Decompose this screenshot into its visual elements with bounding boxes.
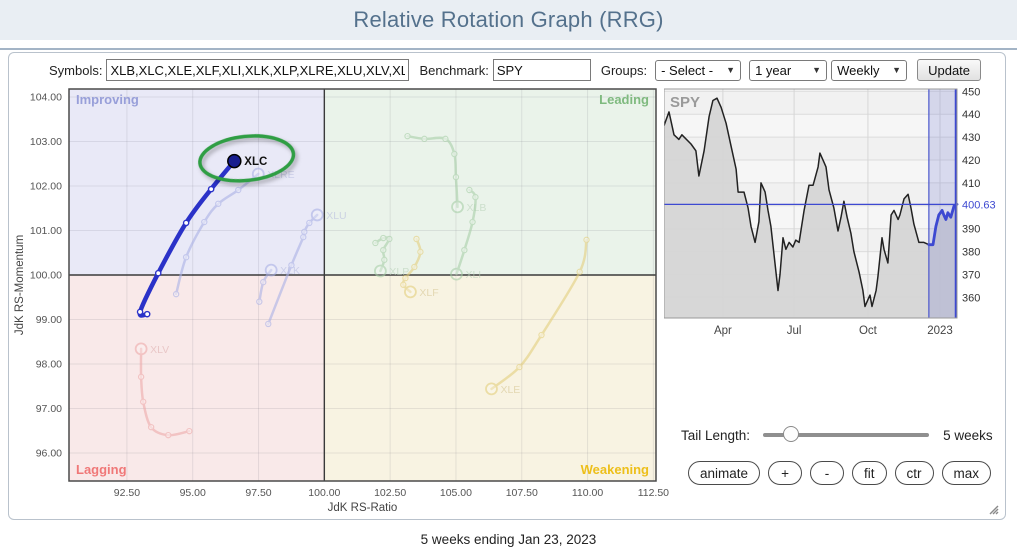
svg-text:100.00: 100.00	[308, 487, 340, 499]
quadrant-leading	[324, 89, 656, 275]
node-head-XLV	[136, 343, 147, 354]
node-head-XLF	[405, 286, 416, 297]
svg-text:380: 380	[962, 247, 980, 259]
svg-text:360: 360	[962, 292, 980, 304]
slider-thumb-handle[interactable]	[783, 426, 799, 442]
max-button[interactable]: max	[942, 461, 992, 485]
tail-length-control: Tail Length: 5 weeks	[681, 424, 993, 446]
symbol-label-XLU: XLU	[326, 210, 346, 222]
zoom-out-button[interactable]: -	[810, 461, 844, 485]
svg-text:110.00: 110.00	[572, 487, 603, 499]
rrg-chart[interactable]: Improving Leading Lagging Weakening 92.50 95.…	[9, 53, 669, 519]
svg-text:99.00: 99.00	[36, 314, 62, 326]
node-head-XLE	[486, 383, 497, 394]
svg-text:102.00: 102.00	[30, 180, 62, 192]
zoom-in-button[interactable]: +	[768, 461, 802, 485]
node-head-XLI	[451, 269, 462, 280]
tail-period-band	[929, 89, 957, 318]
header-divider	[0, 48, 1017, 50]
quadrant-label-weakening: Weakening	[581, 462, 649, 477]
node-head-XLC	[228, 155, 241, 168]
symbol-label-XLK: XLK	[280, 265, 300, 277]
node-head-XLB	[452, 201, 463, 212]
rrg-y-axis-title: JdK RS-Momentum	[14, 235, 26, 335]
svg-text:410: 410	[962, 178, 980, 190]
symbol-label-XLI: XLI	[465, 269, 481, 281]
svg-text:100.00: 100.00	[30, 269, 62, 281]
svg-text:102.50: 102.50	[374, 487, 406, 499]
center-button[interactable]: ctr	[895, 461, 934, 485]
svg-text:98.00: 98.00	[36, 358, 62, 370]
svg-text:107.50: 107.50	[506, 487, 538, 499]
quadrant-label-improving: Improving	[76, 92, 139, 107]
svg-text:95.00: 95.00	[180, 487, 206, 499]
symbol-label-XLE: XLE	[500, 384, 520, 396]
quadrant-label-leading: Leading	[599, 92, 649, 107]
fit-button[interactable]: fit	[852, 461, 887, 485]
symbol-label-XLF: XLF	[419, 287, 438, 299]
page-header: Relative Rotation Graph (RRG)	[0, 0, 1017, 40]
rrg-x-axis-title: JdK RS-Ratio	[328, 502, 398, 514]
svg-text:Jul: Jul	[787, 325, 802, 337]
node-head-XLK	[266, 265, 277, 276]
chart-buttons: animate + - fit ctr max	[688, 461, 991, 485]
spy-benchmark-chart[interactable]: SPY 360 370 380 390 410 420 430 440 450 400.63 Apr J…	[664, 53, 1007, 353]
svg-text:92.50: 92.50	[114, 487, 140, 499]
svg-text:450: 450	[962, 86, 980, 98]
svg-text:Apr: Apr	[714, 325, 732, 337]
symbol-label-XLC: XLC	[244, 156, 267, 168]
svg-text:103.00: 103.00	[30, 136, 62, 148]
tail-length-label: Tail Length:	[681, 428, 750, 443]
node-head-XLP	[375, 265, 386, 276]
svg-text:97.00: 97.00	[36, 403, 62, 415]
svg-text:2023: 2023	[927, 325, 953, 337]
date-range-caption: 5 weeks ending Jan 23, 2023	[0, 532, 1017, 547]
spy-symbol-label: SPY	[670, 94, 700, 111]
svg-text:105.00: 105.00	[440, 487, 472, 499]
animate-button[interactable]: animate	[688, 461, 760, 485]
svg-text:440: 440	[962, 109, 980, 121]
quadrant-lagging	[69, 275, 324, 481]
quadrant-label-lagging: Lagging	[76, 462, 127, 477]
quadrant-weakening	[324, 275, 656, 481]
resize-handle-icon[interactable]	[984, 500, 1000, 516]
last-price-label: 400.63	[962, 199, 996, 211]
svg-text:370: 370	[962, 269, 980, 281]
svg-text:101.00: 101.00	[30, 225, 62, 237]
main-panel: Symbols: Benchmark: Groups: - Select - ▼…	[8, 52, 1006, 520]
tail-length-slider[interactable]	[763, 433, 929, 437]
svg-text:420: 420	[962, 155, 980, 167]
svg-text:96.00: 96.00	[36, 447, 62, 459]
svg-text:430: 430	[962, 132, 980, 144]
tail-length-value: 5 weeks	[943, 428, 993, 443]
svg-text:390: 390	[962, 224, 980, 236]
node-head-XLU	[312, 209, 323, 220]
svg-text:Oct: Oct	[859, 325, 878, 337]
svg-text:104.00: 104.00	[30, 92, 62, 104]
quadrant-improving	[69, 89, 324, 275]
svg-text:97.50: 97.50	[245, 487, 271, 499]
rrg-app: Relative Rotation Graph (RRG) Symbols: B…	[0, 0, 1017, 556]
page-title: Relative Rotation Graph (RRG)	[353, 7, 663, 33]
symbol-label-XLV: XLV	[150, 344, 169, 356]
svg-text:112.50: 112.50	[638, 487, 669, 499]
